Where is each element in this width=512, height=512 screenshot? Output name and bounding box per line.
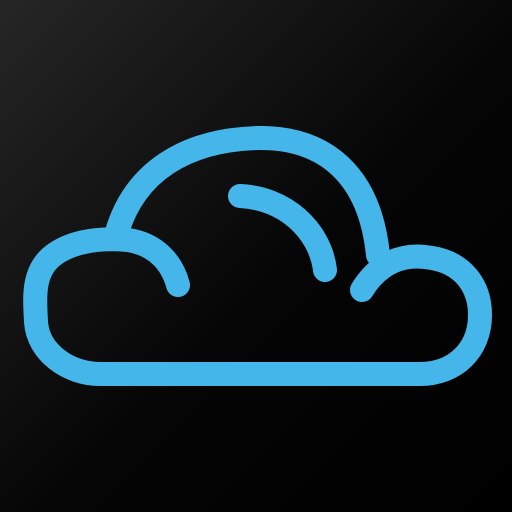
app-icon	[0, 0, 512, 512]
cloud-outline	[23, 227, 492, 386]
cloud-icon	[23, 125, 492, 386]
cloud-strokes	[23, 125, 492, 386]
cloud-highlight-arc	[228, 184, 337, 282]
